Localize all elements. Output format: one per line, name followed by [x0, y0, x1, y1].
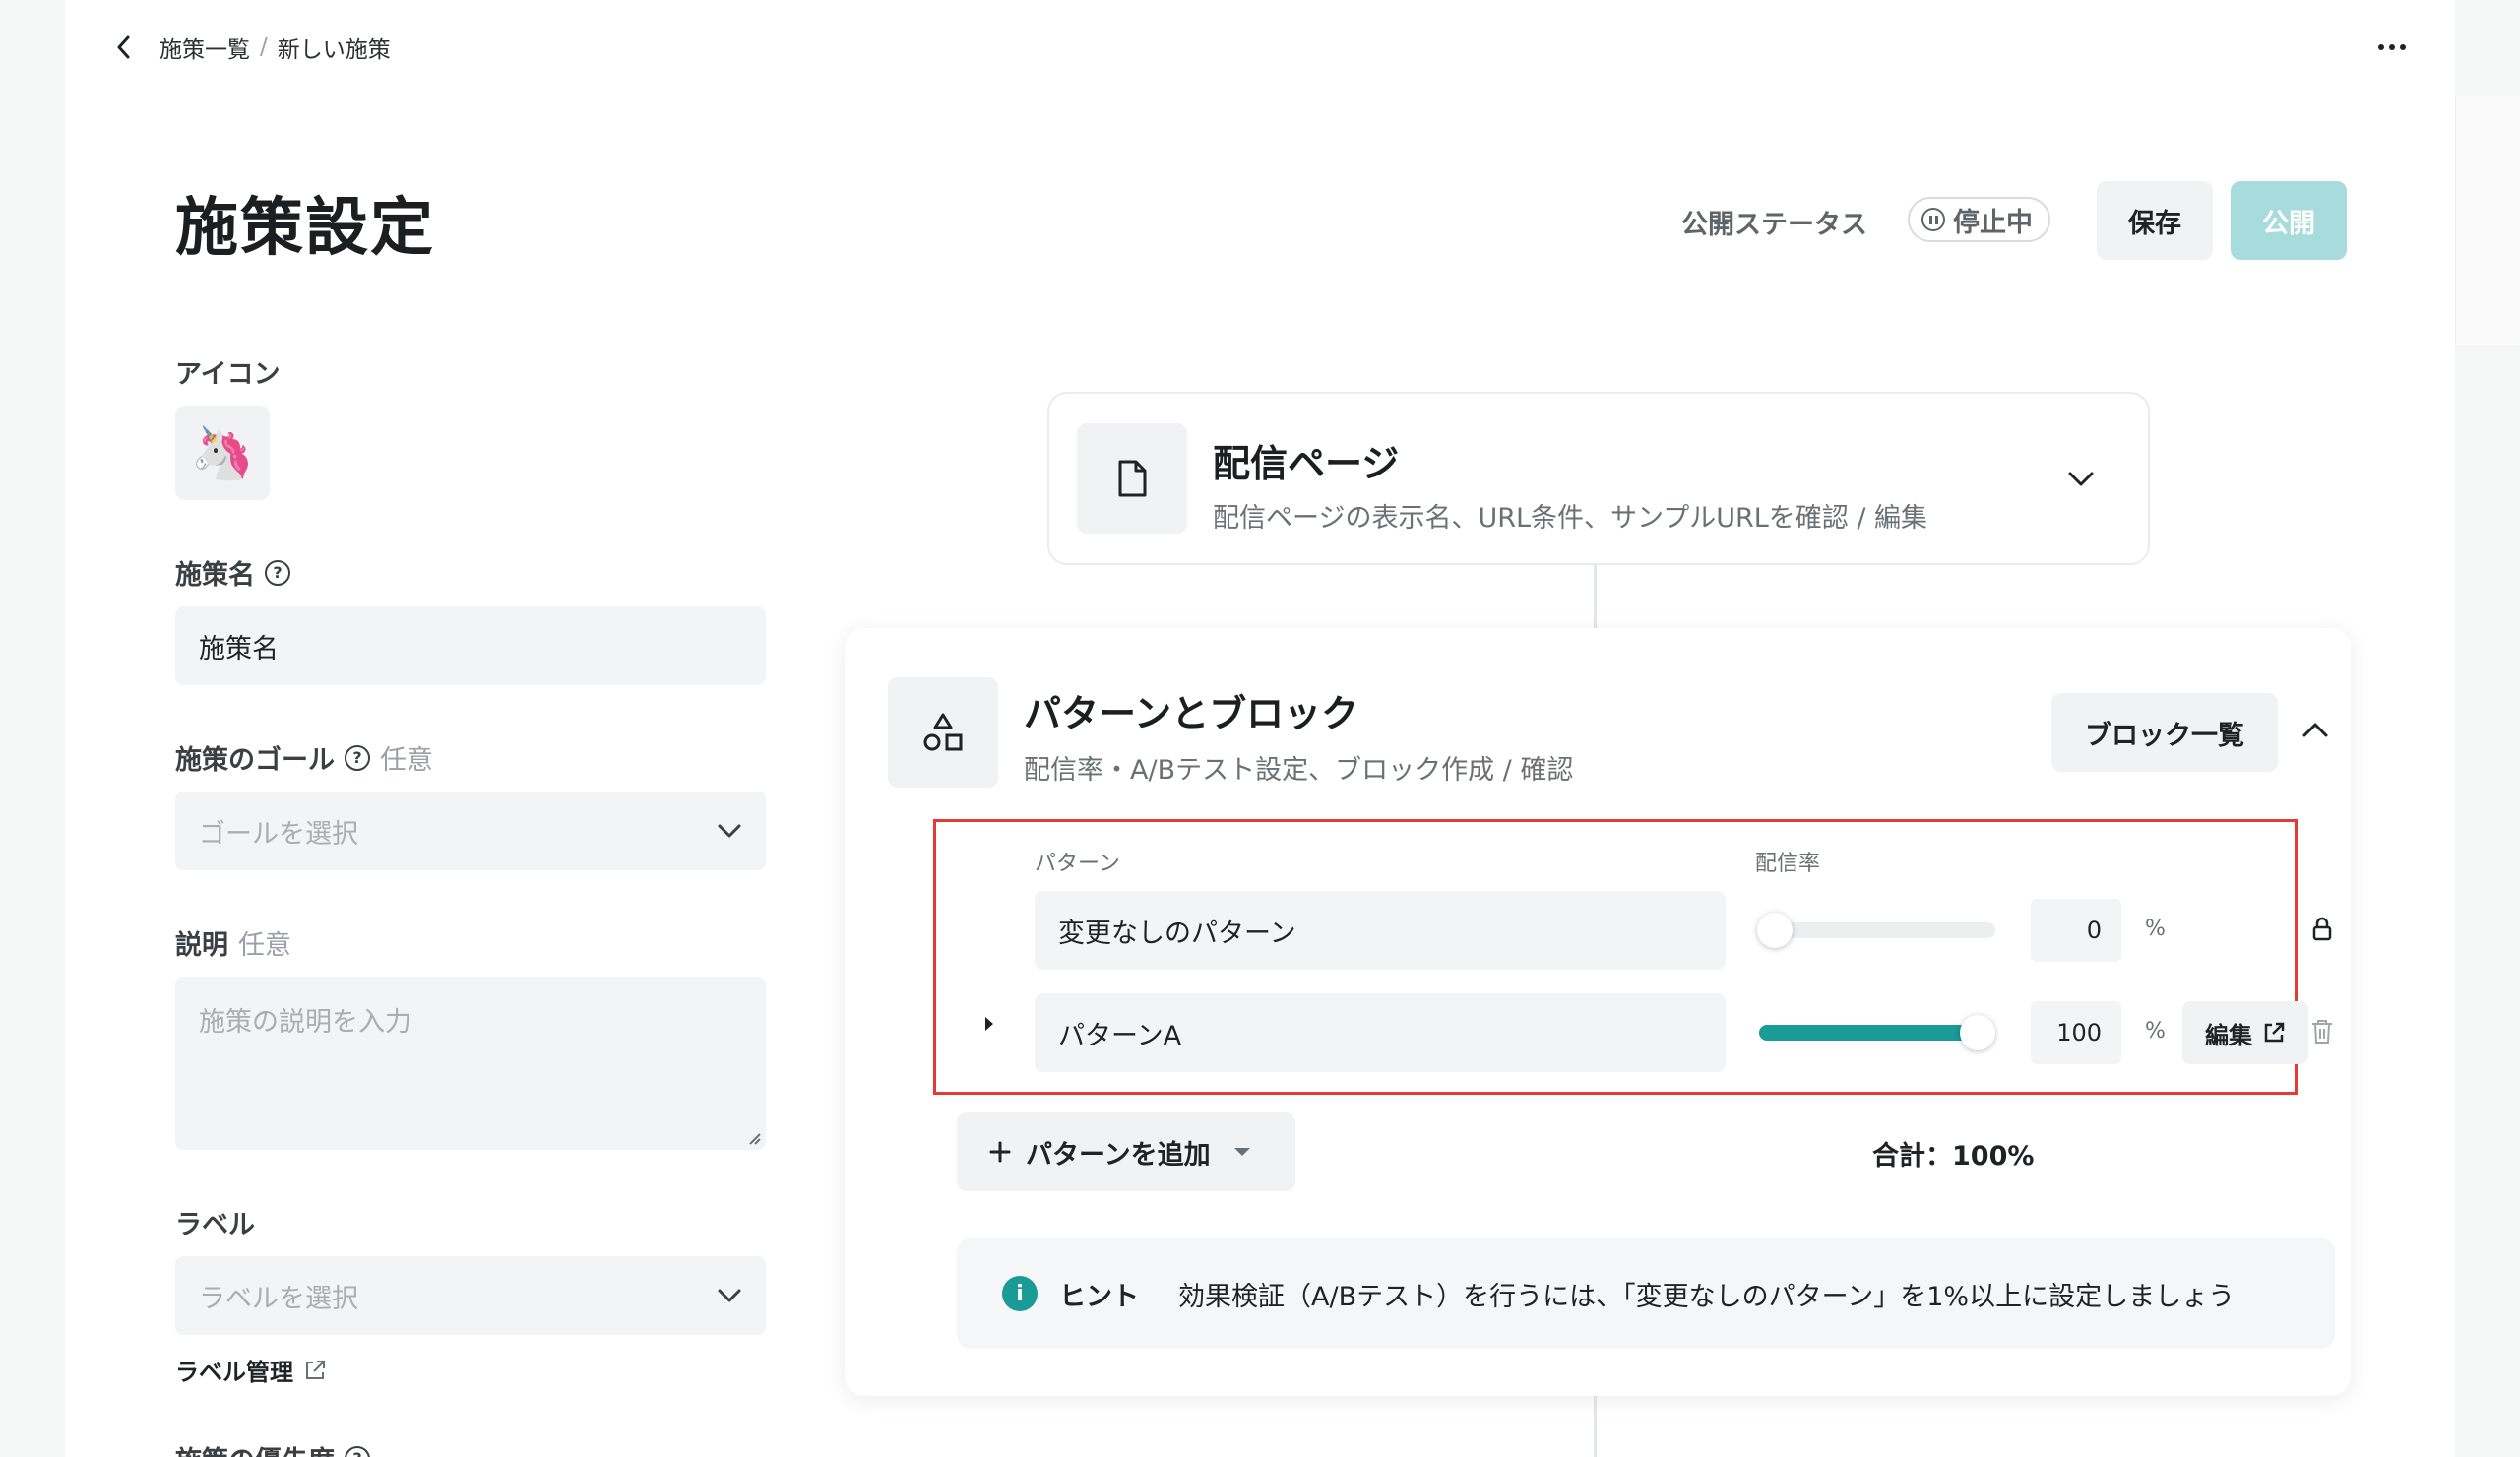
external-link-icon — [306, 1360, 325, 1379]
delivery-card-title: 配信ページ — [1213, 442, 1400, 485]
document-icon-box — [1077, 423, 1187, 534]
unicorn-icon: 🦄 — [190, 423, 255, 483]
edit-label: 編集 — [2205, 1021, 2252, 1049]
more-button[interactable] — [2370, 28, 2414, 67]
block-list-button[interactable]: ブロック一覧 — [2051, 693, 2278, 772]
help-icon[interactable]: ? — [345, 1445, 370, 1457]
icon-label-text: アイコン — [175, 359, 281, 390]
page-title: 施策設定 — [175, 192, 435, 265]
add-pattern-label: パターンを追加 — [1026, 1139, 1211, 1171]
chevron-left-icon — [117, 35, 130, 59]
document-icon — [1118, 460, 1147, 497]
priority-label: 施策の優先度 ? — [175, 1439, 370, 1457]
desc-placeholder: 施策の説明を入力 — [199, 1007, 411, 1038]
slider-fill — [1759, 1025, 1976, 1041]
slider-thumb[interactable] — [1960, 1015, 1995, 1050]
icon-label: アイコン — [175, 352, 281, 391]
chevron-down-icon — [718, 824, 741, 838]
rate-slider[interactable] — [1757, 913, 1995, 948]
pattern-block-card: パターンとブロック 配信率・A/Bテスト設定、ブロック作成 / 確認 ブロック一… — [845, 628, 2351, 1396]
percent-unit: % — [2145, 917, 2166, 941]
info-icon: i — [1002, 1276, 1038, 1311]
pattern-card-subtitle: 配信率・A/Bテスト設定、ブロック作成 / 確認 — [1024, 755, 1574, 786]
desc-label-text: 説明 — [175, 930, 228, 961]
label-manage-text: ラベル管理 — [175, 1359, 293, 1386]
delivery-card-subtitle: 配信ページの表示名、URL条件、サンプルURLを確認 / 編集 — [1213, 503, 1928, 534]
shapes-icon-box — [888, 677, 998, 788]
help-icon[interactable]: ? — [345, 744, 370, 771]
chevron-down-icon — [718, 1289, 741, 1302]
pattern-card-title: パターンとブロック — [1024, 692, 1359, 735]
status-badge: 停止中 — [1908, 197, 2050, 242]
goal-label: 施策のゴール ? 任意 — [175, 738, 433, 777]
name-label-text: 施策名 — [175, 560, 255, 591]
status-label: 公開ステータス — [1681, 210, 1867, 240]
delete-button[interactable] — [2308, 1017, 2336, 1046]
shapes-icon — [923, 713, 963, 751]
rate-input[interactable]: 100 — [2031, 1001, 2121, 1064]
external-link-icon — [2264, 1022, 2285, 1043]
back-button[interactable] — [104, 30, 144, 65]
publish-button[interactable]: 公開 — [2231, 181, 2347, 260]
goal-label-text: 施策のゴール — [175, 745, 335, 776]
chevron-down-icon[interactable] — [2067, 467, 2095, 490]
label-select[interactable]: ラベルを選択 — [175, 1256, 766, 1335]
pattern-column-header: パターン — [1035, 852, 1120, 876]
desc-label: 説明 任意 — [175, 923, 291, 962]
breadcrumb: 施策一覧 / 新しい施策 — [159, 31, 391, 64]
pattern-name-field[interactable]: パターンA — [1035, 993, 1726, 1072]
name-label: 施策名 ? — [175, 553, 290, 592]
plus-icon — [989, 1141, 1011, 1163]
caret-right-icon — [985, 1017, 993, 1031]
priority-label-text: 施策の優先度 — [175, 1439, 335, 1457]
connector-line — [1594, 1396, 1597, 1457]
resize-grip-icon[interactable] — [746, 1130, 762, 1146]
name-input[interactable]: 施策名 — [175, 606, 766, 685]
breadcrumb-separator: / — [260, 34, 268, 60]
status-value: 停止中 — [1953, 207, 2033, 238]
hint-box: i ヒント 効果検証（A/Bテスト）を行うには、「変更なしのパターン」を1%以上… — [957, 1238, 2335, 1349]
top-bar: 施策一覧 / 新しい施策 — [65, 0, 2455, 91]
page: 施策一覧 / 新しい施策 施策設定 公開ステータス 停止中 保存 公開 アイコン… — [65, 0, 2455, 1457]
desc-optional-tag: 任意 — [238, 930, 291, 961]
label-placeholder: ラベルを選択 — [199, 1283, 358, 1314]
delivery-page-card[interactable]: 配信ページ 配信ページの表示名、URL条件、サンプルURLを確認 / 編集 — [1047, 392, 2150, 565]
hint-text: 効果検証（A/Bテスト）を行うには、「変更なしのパターン」を1%以上に設定しまし… — [1178, 1281, 2236, 1312]
help-icon[interactable]: ? — [265, 559, 290, 586]
hint-title: ヒント — [1059, 1281, 1139, 1312]
trash-icon — [2312, 1020, 2332, 1044]
goal-select[interactable]: ゴールを選択 — [175, 792, 766, 870]
lock-button[interactable] — [2308, 915, 2336, 944]
edit-pattern-button[interactable]: 編集 — [2182, 1001, 2308, 1064]
save-button[interactable]: 保存 — [2097, 181, 2213, 260]
goal-optional-tag: 任意 — [380, 745, 433, 776]
pause-icon — [1922, 208, 1945, 231]
rate-input[interactable]: 0 — [2031, 899, 2121, 962]
add-pattern-button[interactable]: パターンを追加 — [957, 1112, 1295, 1191]
collapse-button[interactable] — [2294, 709, 2337, 752]
chevron-up-icon — [2302, 723, 2328, 737]
rate-slider[interactable] — [1759, 1015, 1995, 1050]
label-label: ラベル — [175, 1203, 255, 1241]
breadcrumb-parent[interactable]: 施策一覧 — [159, 31, 250, 64]
connector-line — [1594, 565, 1597, 628]
slider-thumb[interactable] — [1757, 913, 1793, 948]
more-icon — [2378, 44, 2406, 50]
caret-down-icon — [1233, 1148, 1250, 1156]
lock-icon — [2312, 917, 2332, 941]
icon-picker[interactable]: 🦄 — [175, 406, 270, 500]
breadcrumb-current: 新しい施策 — [277, 37, 391, 63]
goal-placeholder: ゴールを選択 — [199, 818, 358, 850]
expand-toggle[interactable] — [979, 1013, 999, 1035]
total-rate: 合計：100% — [1872, 1141, 2035, 1172]
percent-unit: % — [2145, 1019, 2166, 1044]
rate-column-header: 配信率 — [1755, 852, 1821, 876]
label-label-text: ラベル — [175, 1210, 255, 1240]
pattern-table: パターン 配信率 変更なしのパターン 0 % パターンA 100 % 編集 — [933, 819, 2332, 1095]
pattern-name-field[interactable]: 変更なしのパターン — [1035, 891, 1726, 970]
label-manage-link[interactable]: ラベル管理 — [175, 1353, 327, 1387]
right-edge-strip — [2455, 0, 2520, 1457]
description-textarea[interactable]: 施策の説明を入力 — [175, 977, 766, 1150]
